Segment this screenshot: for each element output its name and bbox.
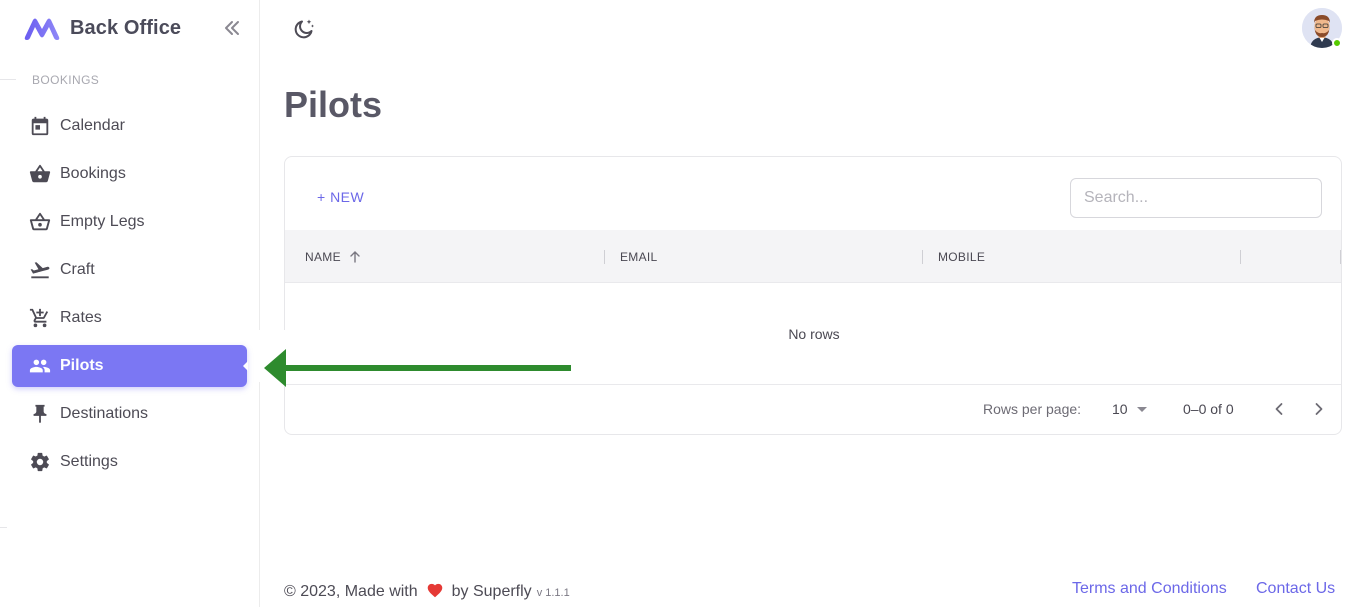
pilots-table-card: + NEW NAME EMAIL MOBILE No rows Rows per… <box>284 156 1342 435</box>
column-header-label: EMAIL <box>620 249 658 264</box>
user-avatar-button[interactable] <box>1302 8 1342 48</box>
sidebar-item-settings[interactable]: Settings <box>12 441 247 483</box>
table-header: NAME EMAIL MOBILE <box>285 230 1341 283</box>
basket-outline-icon <box>29 212 51 231</box>
sidebar-item-label: Empty Legs <box>60 213 145 230</box>
pagination-range: 0–0 of 0 <box>1183 401 1234 417</box>
footer-by: by Superfly <box>451 583 532 600</box>
chevrons-left-icon <box>225 21 239 35</box>
column-separator[interactable] <box>1240 250 1241 264</box>
footer-credit: © 2023, Made with by Superfly v 1.1.1 <box>284 580 570 601</box>
sidebar-divider <box>0 527 7 528</box>
chevron-left-icon <box>1275 403 1283 415</box>
basket-icon <box>29 164 51 183</box>
caret-down-icon <box>1136 406 1147 412</box>
sidebar-item-destinations[interactable]: Destinations <box>12 393 247 435</box>
online-status-badge <box>1332 38 1342 48</box>
section-divider <box>0 79 16 80</box>
brand-title: Back Office <box>70 16 182 39</box>
column-header-mobile[interactable]: MOBILE <box>938 230 985 283</box>
page-title: Pilots <box>284 84 383 125</box>
search-input[interactable] <box>1070 178 1322 218</box>
sidebar-item-label: Rates <box>60 309 102 326</box>
gear-icon <box>31 452 49 472</box>
sidebar-item-bookings[interactable]: Bookings <box>12 153 247 195</box>
section-label-bookings: BOOKINGS <box>32 73 100 87</box>
sidebar-item-calendar[interactable]: Calendar <box>12 105 247 147</box>
column-separator[interactable] <box>1340 250 1341 264</box>
sidebar-item-label: Pilots <box>60 357 104 374</box>
sidebar-item-empty-legs[interactable]: Empty Legs <box>12 201 247 243</box>
chevron-right-icon <box>1315 403 1323 415</box>
pin-icon <box>33 404 47 424</box>
column-header-email[interactable]: EMAIL <box>620 230 658 283</box>
calendar-icon <box>31 116 49 136</box>
active-indicator <box>243 361 248 371</box>
column-separator[interactable] <box>604 250 605 264</box>
sidebar: Back Office BOOKINGS Calendar Bookings E… <box>0 0 260 607</box>
sidebar-item-label: Craft <box>60 261 95 278</box>
brand-logo-icon <box>24 18 60 40</box>
footer-copyright: © 2023, Made with <box>284 583 418 600</box>
sidebar-item-label: Calendar <box>60 117 125 134</box>
users-icon <box>29 359 51 373</box>
column-header-label: NAME <box>305 249 341 264</box>
terms-link[interactable]: Terms and Conditions <box>1072 580 1227 598</box>
sidebar-item-label: Settings <box>60 453 118 470</box>
collapse-sidebar-button[interactable] <box>220 16 244 40</box>
brand[interactable]: Back Office <box>22 14 181 42</box>
next-page-button[interactable] <box>1307 397 1331 421</box>
rows-per-page-label: Rows per page: <box>983 401 1082 417</box>
airplane-icon <box>30 262 50 279</box>
app-version: v 1.1.1 <box>536 587 570 599</box>
column-separator[interactable] <box>922 250 923 264</box>
moon-star-icon <box>294 19 314 39</box>
column-header-name[interactable]: NAME <box>305 230 363 283</box>
contact-link[interactable]: Contact Us <box>1256 580 1335 598</box>
rows-per-page-select[interactable]: 10 <box>1112 399 1147 419</box>
new-pilot-button[interactable]: + NEW <box>307 185 374 209</box>
sidebar-item-label: Destinations <box>60 405 149 422</box>
column-header-label: MOBILE <box>938 249 986 264</box>
sidebar-item-rates[interactable]: Rates <box>12 297 247 339</box>
sidebar-item-pilots[interactable]: Pilots <box>12 345 248 387</box>
annotation-arrow-icon <box>264 349 571 387</box>
cart-icon <box>29 308 49 328</box>
theme-toggle-button[interactable] <box>291 16 317 42</box>
rows-per-page-value: 10 <box>1112 401 1128 417</box>
arrow-up-icon[interactable] <box>347 249 363 265</box>
previous-page-button[interactable] <box>1267 397 1291 421</box>
sidebar-item-craft[interactable]: Craft <box>12 249 247 291</box>
heart-icon <box>427 583 442 598</box>
sidebar-item-label: Bookings <box>60 165 126 182</box>
